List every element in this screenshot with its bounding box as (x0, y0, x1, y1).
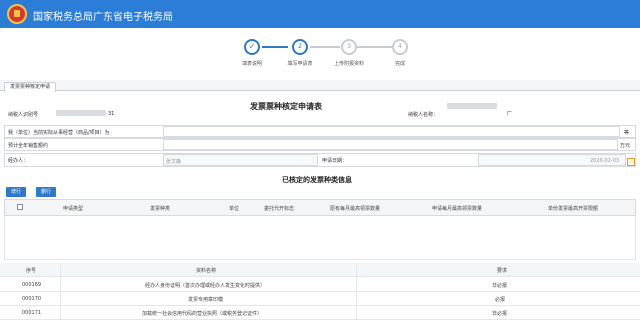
tab-invoice-type-approval[interactable]: 发票票种核定申请 (4, 82, 56, 92)
step-connector (262, 46, 288, 48)
apply-date-label: 申请日期： (322, 158, 348, 164)
table-row[interactable]: 000170 发票专用章印模 必报 (0, 292, 640, 306)
step-2-label: 填写申请表 (287, 61, 313, 67)
taxpayer-name-redacted (447, 103, 497, 109)
annual-sales-input[interactable] (163, 139, 618, 150)
approved-section-title: 已核定的发票种类信息 (282, 176, 352, 184)
step-3-indicator: 3 (341, 39, 357, 55)
step-connector (310, 46, 340, 48)
taxpayer-id-label: 纳税人识别号 (8, 112, 39, 118)
col-original-max: 原有每月最高领票数量 (330, 206, 381, 212)
approved-grid-body (4, 216, 636, 260)
taxpayer-name-value: 厂 (507, 111, 513, 117)
agent-input[interactable] (163, 154, 318, 166)
row-id: 000170 (22, 296, 42, 302)
tab-strip (0, 80, 640, 91)
step-2-indicator: 2 (292, 39, 308, 55)
taxpayer-id-redacted (56, 110, 106, 116)
add-row-button[interactable]: 增行 (6, 187, 26, 197)
annual-sales-unit: 万元 (620, 143, 631, 149)
table-divider (60, 263, 61, 320)
annual-sales-label: 预计全年销售额约 (8, 143, 49, 149)
step-1-label: 填表说明 (241, 61, 262, 67)
col-apply-type: 申请类型 (63, 206, 84, 212)
step-connector (355, 46, 393, 48)
row-id: 000169 (22, 282, 42, 288)
row-requirement: 必报 (495, 297, 506, 303)
step-4-label: 完成 (394, 61, 405, 67)
row-requirement: 非必报 (492, 283, 508, 289)
attachments-header: 序号 资料名称 要求 (0, 263, 640, 277)
row-doc-name: 经办人身份证明（首次办理或经办人发生变化时提供） (145, 283, 266, 289)
col-requirement: 要求 (497, 268, 508, 274)
row-id: 000171 (22, 310, 42, 316)
table-row[interactable]: 000171 加载统一社会信用代码的营业执照（或税务登记证件） 非必报 (0, 306, 640, 320)
col-requested-max: 申请每月最高领票数量 (432, 206, 483, 212)
row-doc-name: 加载统一社会信用代码的营业执照（或税务登记证件） (142, 311, 263, 317)
step-1-check-icon: ✓ (244, 39, 260, 55)
form-title: 发票票种核定申请表 (250, 102, 322, 111)
approved-grid-header (4, 199, 636, 216)
taxpayer-name-label: 纳税人名称： (408, 112, 439, 118)
business-label: 我（单位）当前实际从事经营（商品/项目）为 (8, 130, 110, 136)
business-suffix: 等 (624, 130, 630, 136)
col-unit: 单位 (229, 206, 240, 212)
col-agency-flag: 委托代开标志 (264, 206, 295, 212)
col-seq: 序号 (26, 268, 37, 274)
table-divider (356, 263, 357, 320)
table-row[interactable]: 000169 经办人身份证明（首次办理或经办人发生变化时提供） 非必报 (0, 278, 640, 292)
row-doc-name: 发票专用章印模 (188, 297, 224, 303)
select-all-checkbox[interactable] (17, 204, 23, 210)
tax-bureau-logo (7, 4, 27, 24)
taxpayer-id-value: 31 (108, 111, 115, 117)
delete-row-button[interactable]: 删行 (36, 187, 56, 197)
step-4-indicator: 4 (392, 39, 408, 55)
col-invoice-kind: 发票种类 (150, 206, 171, 212)
row-requirement: 非必报 (492, 311, 508, 317)
business-input[interactable] (163, 126, 620, 137)
col-doc-name: 资料名称 (196, 268, 217, 274)
step-3-label: 上传附报资料 (333, 61, 364, 67)
col-single-limit: 单份发票最高开票限额 (548, 206, 599, 212)
site-title: 国家税务总局广东省电子税务局 (33, 12, 173, 23)
agent-label: 经办人： (8, 158, 29, 164)
calendar-icon[interactable] (627, 158, 635, 166)
agent-value: 张文静 (166, 159, 182, 165)
apply-date-value: 2020-02-03 (590, 158, 620, 164)
